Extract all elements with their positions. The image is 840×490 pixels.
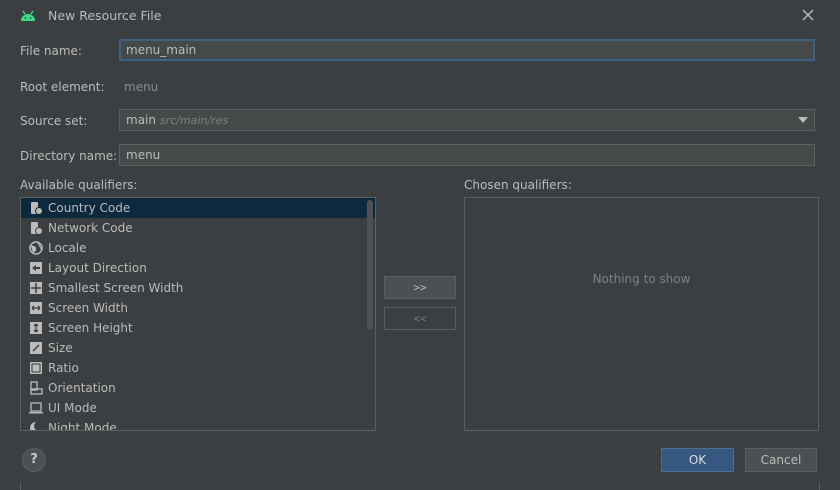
title-bar: New Resource File bbox=[0, 0, 840, 32]
qualifier-label: Screen Width bbox=[48, 301, 128, 315]
remove-qualifier-button[interactable]: << bbox=[384, 307, 456, 330]
qualifier-item-screen-width[interactable]: Screen Width bbox=[21, 298, 375, 318]
qualifier-item-size[interactable]: Size bbox=[21, 338, 375, 358]
night-mode-icon bbox=[30, 421, 43, 430]
available-qualifiers-list[interactable]: Country Code Network Code Locale Layout … bbox=[20, 197, 376, 431]
cancel-button[interactable]: Cancel bbox=[745, 448, 817, 472]
source-set-path: src/main/res bbox=[159, 114, 229, 127]
file-name-input[interactable] bbox=[119, 39, 815, 61]
help-button[interactable]: ? bbox=[22, 448, 46, 472]
chevron-down-icon bbox=[798, 117, 808, 123]
root-element-value: menu bbox=[124, 80, 159, 94]
screen-width-icon bbox=[30, 302, 42, 314]
qualifier-label: Size bbox=[48, 341, 73, 355]
qualifier-label: Country Code bbox=[48, 201, 131, 215]
qualifier-label: Locale bbox=[48, 241, 87, 255]
qualifier-item-smallest-screen-width[interactable]: Smallest Screen Width bbox=[21, 278, 375, 298]
qualifier-item-network-code[interactable]: Network Code bbox=[21, 218, 375, 238]
qualifier-item-ui-mode[interactable]: UI Mode bbox=[21, 398, 375, 418]
chosen-qualifiers-list[interactable]: Nothing to show bbox=[464, 197, 819, 431]
qualifier-item-screen-height[interactable]: Screen Height bbox=[21, 318, 375, 338]
chosen-qualifiers-label: Chosen qualifiers: bbox=[464, 178, 572, 192]
directory-name-label: Directory name: bbox=[20, 149, 118, 163]
add-qualifier-button[interactable]: >> bbox=[384, 276, 456, 299]
layout-direction-icon bbox=[30, 262, 42, 274]
qualifier-label: Smallest Screen Width bbox=[48, 281, 184, 295]
qualifier-label: Ratio bbox=[48, 361, 79, 375]
qualifier-label: UI Mode bbox=[48, 401, 97, 415]
smallest-width-icon bbox=[30, 282, 42, 294]
qualifier-label: Night Mode bbox=[48, 421, 117, 431]
qualifier-label: Screen Height bbox=[48, 321, 133, 335]
qualifier-item-orientation[interactable]: Orientation bbox=[21, 378, 375, 398]
qualifier-item-locale[interactable]: Locale bbox=[21, 238, 375, 258]
ratio-icon bbox=[30, 362, 42, 374]
directory-name-input[interactable] bbox=[119, 144, 815, 166]
network-code-icon bbox=[31, 222, 43, 235]
qualifier-item-country-code[interactable]: Country Code bbox=[21, 198, 375, 218]
country-code-icon bbox=[31, 202, 43, 215]
dialog-title: New Resource File bbox=[48, 8, 162, 23]
file-name-label: File name: bbox=[20, 44, 82, 58]
source-set-label: Source set: bbox=[20, 114, 88, 128]
size-icon bbox=[30, 342, 42, 354]
globe-icon bbox=[29, 241, 43, 255]
qualifier-label: Orientation bbox=[48, 381, 116, 395]
list-scrollbar[interactable] bbox=[367, 200, 373, 330]
qualifier-label: Layout Direction bbox=[48, 261, 147, 275]
screen-height-icon bbox=[30, 322, 42, 334]
qualifier-item-ratio[interactable]: Ratio bbox=[21, 358, 375, 378]
ok-button[interactable]: OK bbox=[661, 448, 734, 472]
available-qualifiers-label: Available qualifiers: bbox=[20, 178, 138, 192]
qualifier-item-night-mode[interactable]: Night Mode bbox=[21, 418, 375, 431]
root-element-label: Root element: bbox=[20, 80, 105, 94]
background-window-frame bbox=[20, 482, 820, 490]
source-set-select[interactable]: main src/main/res bbox=[119, 109, 815, 131]
empty-state-text: Nothing to show bbox=[592, 272, 691, 286]
qualifier-label: Network Code bbox=[48, 221, 133, 235]
qualifier-item-layout-direction[interactable]: Layout Direction bbox=[21, 258, 375, 278]
ui-mode-icon bbox=[29, 402, 43, 414]
android-icon bbox=[21, 10, 35, 21]
close-icon[interactable] bbox=[798, 5, 818, 25]
source-set-value: main bbox=[126, 113, 156, 127]
orientation-icon bbox=[30, 381, 43, 395]
